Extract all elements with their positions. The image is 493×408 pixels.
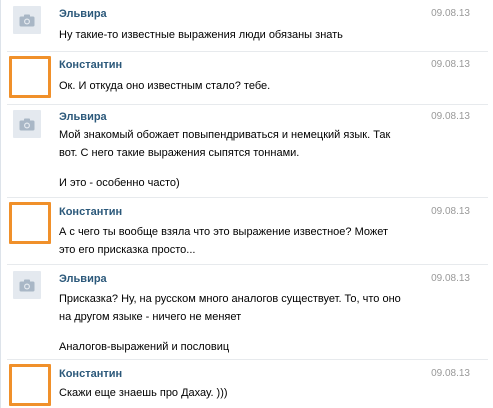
message-line: Ну такие-то известные выражения люди обя… (59, 29, 343, 41)
camera-icon (19, 14, 35, 26)
message-author[interactable]: Константин (59, 368, 122, 380)
message-author[interactable]: Константин (59, 59, 122, 71)
message-line: Мой знакомый обожает повыпендриваться и … (59, 129, 391, 141)
message-text: Скажи еще знаешь про Дахау. ))) (59, 384, 429, 402)
avatar[interactable] (13, 110, 41, 138)
message-date[interactable]: 09.08.13 (431, 8, 470, 19)
message-text: Ок. И откуда оно известным стало? тебе. (59, 77, 429, 95)
message-item: Константин 09.08.13 Скажи еще знаешь про… (1, 360, 493, 408)
message-line: А с чего ты вообще взяла что это выражен… (59, 226, 389, 238)
message-author[interactable]: Эльвира (59, 8, 107, 20)
message-date[interactable]: 09.08.13 (431, 111, 470, 122)
message-followup: И это - особенно часто) (59, 177, 180, 189)
message-line: вот. С него такие выражения сыпятся тонн… (59, 147, 300, 159)
message-text: А с чего ты вообще взяла что это выражен… (59, 223, 429, 259)
message-item: Эльвира 09.08.13 Мой знакомый обожает по… (1, 105, 493, 198)
message-author[interactable]: Эльвира (59, 111, 107, 123)
message-author[interactable]: Эльвира (59, 273, 107, 285)
avatar[interactable] (9, 56, 51, 98)
message-text: Присказка? Ну, на русском много аналогов… (59, 290, 429, 356)
avatar[interactable] (13, 6, 41, 34)
avatar[interactable] (13, 271, 41, 299)
camera-icon (19, 279, 35, 291)
message-date[interactable]: 09.08.13 (431, 59, 470, 70)
message-line: на другом языке - ничего не меняет (59, 311, 242, 323)
message-item: Эльвира 09.08.13 Присказка? Ну, на русск… (1, 265, 493, 360)
message-line: Скажи еще знаешь про Дахау. ))) (59, 387, 228, 399)
message-item: Константин 09.08.13 Ок. И откуда оно изв… (1, 52, 493, 105)
message-line: Ок. И откуда оно известным стало? тебе. (59, 80, 271, 92)
message-author[interactable]: Константин (59, 206, 122, 218)
message-line: Присказка? Ну, на русском много аналогов… (59, 293, 401, 305)
message-item: Константин 09.08.13 А с чего ты вообще в… (1, 198, 493, 265)
message-followup: Аналогов-выражений и пословиц (59, 341, 230, 353)
message-date[interactable]: 09.08.13 (431, 206, 470, 217)
message-line: это его присказка просто... (59, 244, 196, 256)
message-text: Мой знакомый обожает повыпендриваться и … (59, 126, 429, 192)
avatar[interactable] (9, 364, 51, 406)
message-date[interactable]: 09.08.13 (431, 368, 470, 379)
message-history: Эльвира 09.08.13 Ну такие-то известные в… (0, 0, 493, 408)
message-date[interactable]: 09.08.13 (431, 273, 470, 284)
message-item: Эльвира 09.08.13 Ну такие-то известные в… (1, 0, 493, 52)
avatar[interactable] (9, 202, 51, 244)
message-text: Ну такие-то известные выражения люди обя… (59, 26, 429, 44)
camera-icon (19, 118, 35, 130)
